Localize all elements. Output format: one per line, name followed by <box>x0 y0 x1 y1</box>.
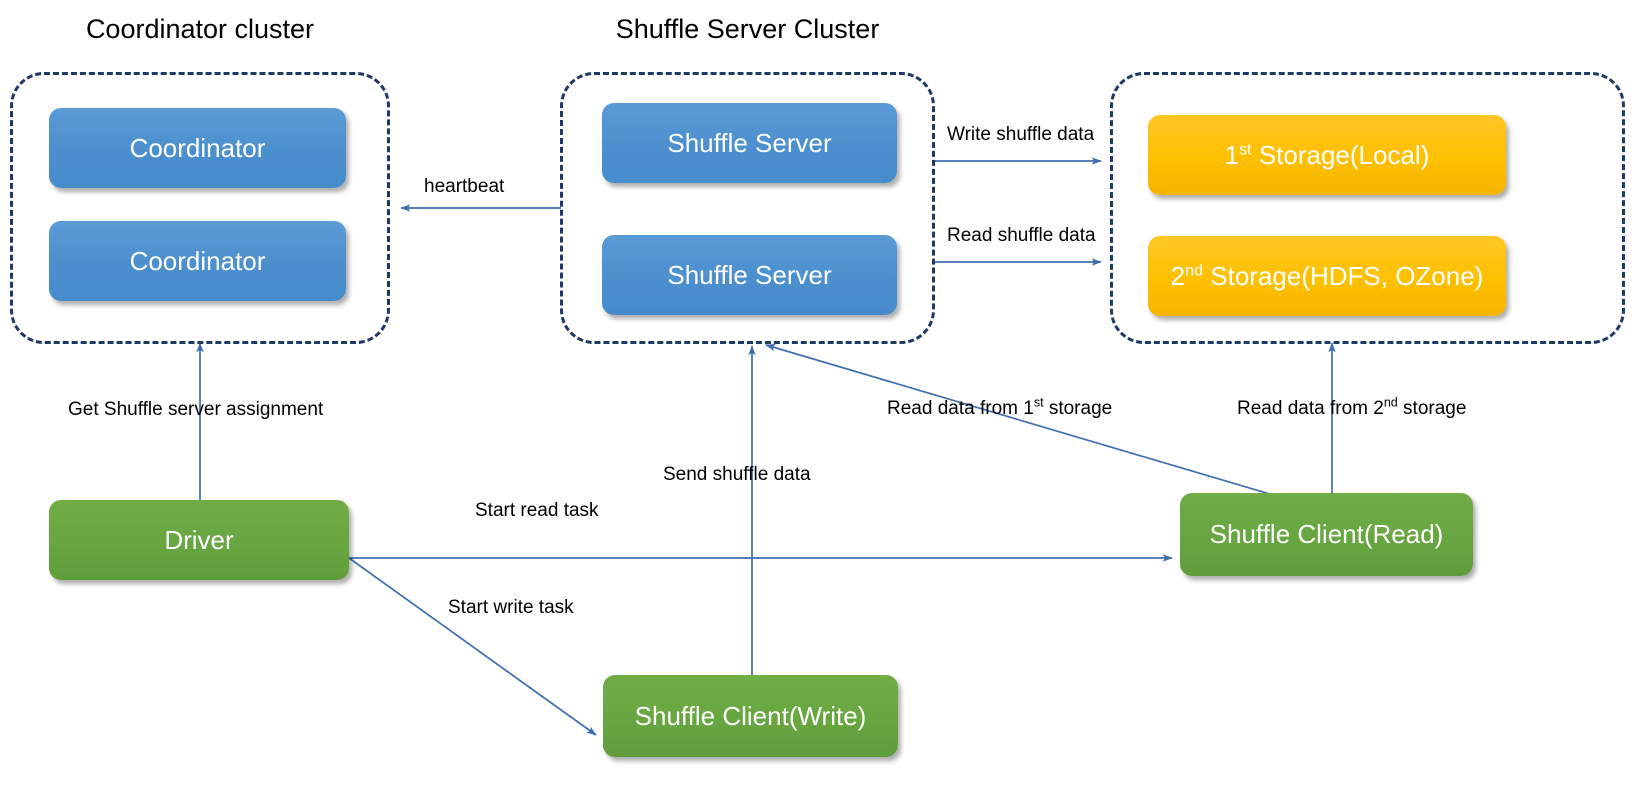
node-storage-2[interactable]: 2nd Storage(HDFS, OZone) <box>1148 236 1506 316</box>
storage-2-ordinal-suffix: nd <box>1185 261 1204 280</box>
shuffle-server-cluster-title: Shuffle Server Cluster <box>615 14 880 44</box>
read-2nd-ordinal-suffix: nd <box>1383 395 1398 410</box>
node-storage-2-label: 2nd Storage(HDFS, OZone) <box>1170 260 1484 291</box>
node-shuffle-client-read-label: Shuffle Client(Read) <box>1209 519 1444 550</box>
diagram-canvas: Coordinator cluster Shuffle Server Clust… <box>0 0 1645 802</box>
node-shuffle-server-1[interactable]: Shuffle Server <box>602 103 897 183</box>
edge-label-get-assignment: Get Shuffle server assignment <box>68 399 324 420</box>
node-driver-label: Driver <box>164 524 234 555</box>
node-shuffle-client-read[interactable]: Shuffle Client(Read) <box>1180 493 1473 576</box>
arrow-start-write-task <box>348 557 597 736</box>
coordinator-cluster-title: Coordinator cluster <box>85 14 315 44</box>
node-shuffle-server-1-label: Shuffle Server <box>667 127 832 158</box>
edge-label-read-shuffle-data: Read shuffle data <box>947 225 1096 246</box>
node-shuffle-client-write-label: Shuffle Client(Write) <box>634 700 867 731</box>
arrow-read-data-1st-storage <box>765 344 1301 504</box>
edge-label-read-data-2nd-storage: Read data from 2nd storage <box>1237 395 1467 419</box>
node-coordinator-1-label: Coordinator <box>129 132 266 163</box>
node-coordinator-2-label: Coordinator <box>129 245 266 276</box>
node-driver[interactable]: Driver <box>49 500 349 580</box>
node-shuffle-server-2[interactable]: Shuffle Server <box>602 235 897 315</box>
node-shuffle-client-write[interactable]: Shuffle Client(Write) <box>603 675 898 757</box>
edge-label-start-read-task: Start read task <box>475 500 599 521</box>
storage-1-ordinal-suffix: st <box>1239 140 1252 159</box>
edge-label-start-write-task: Start write task <box>448 597 574 618</box>
node-coordinator-2[interactable]: Coordinator <box>49 221 346 301</box>
edge-label-read-data-1st-storage: Read data from 1st storage <box>887 395 1113 419</box>
edge-label-heartbeat: heartbeat <box>424 176 505 197</box>
node-shuffle-server-2-label: Shuffle Server <box>667 259 832 290</box>
read-1st-ordinal-suffix: st <box>1033 395 1044 410</box>
node-storage-1-label: 1st Storage(Local) <box>1224 139 1430 170</box>
edge-label-write-shuffle-data: Write shuffle data <box>947 124 1095 145</box>
edge-label-send-shuffle-data: Send shuffle data <box>663 464 811 485</box>
node-coordinator-1[interactable]: Coordinator <box>49 108 346 188</box>
node-storage-1[interactable]: 1st Storage(Local) <box>1148 115 1506 195</box>
